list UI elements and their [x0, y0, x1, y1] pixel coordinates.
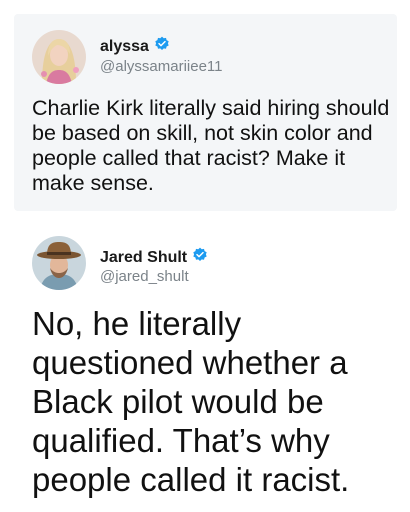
author-name-row: alyssa	[100, 36, 170, 57]
avatar[interactable]	[32, 236, 86, 290]
avatar[interactable]	[32, 30, 86, 84]
author-name[interactable]: alyssa	[100, 38, 149, 56]
author-handle[interactable]: @alyssamariiee11	[100, 58, 223, 75]
author-name[interactable]: Jared Shult	[100, 249, 187, 267]
verified-badge-icon	[192, 247, 208, 268]
verified-badge-icon	[154, 36, 170, 57]
author-handle[interactable]: @jared_shult	[100, 268, 189, 285]
author-name-row: Jared Shult	[100, 247, 208, 268]
man-cowboy-hat-avatar	[32, 236, 86, 290]
tweet-text: Charlie Kirk literally said hiring shoul…	[32, 96, 390, 195]
tweet-text: No, he literally questioned whether a Bl…	[32, 305, 350, 498]
woman-portrait-avatar	[32, 30, 86, 84]
